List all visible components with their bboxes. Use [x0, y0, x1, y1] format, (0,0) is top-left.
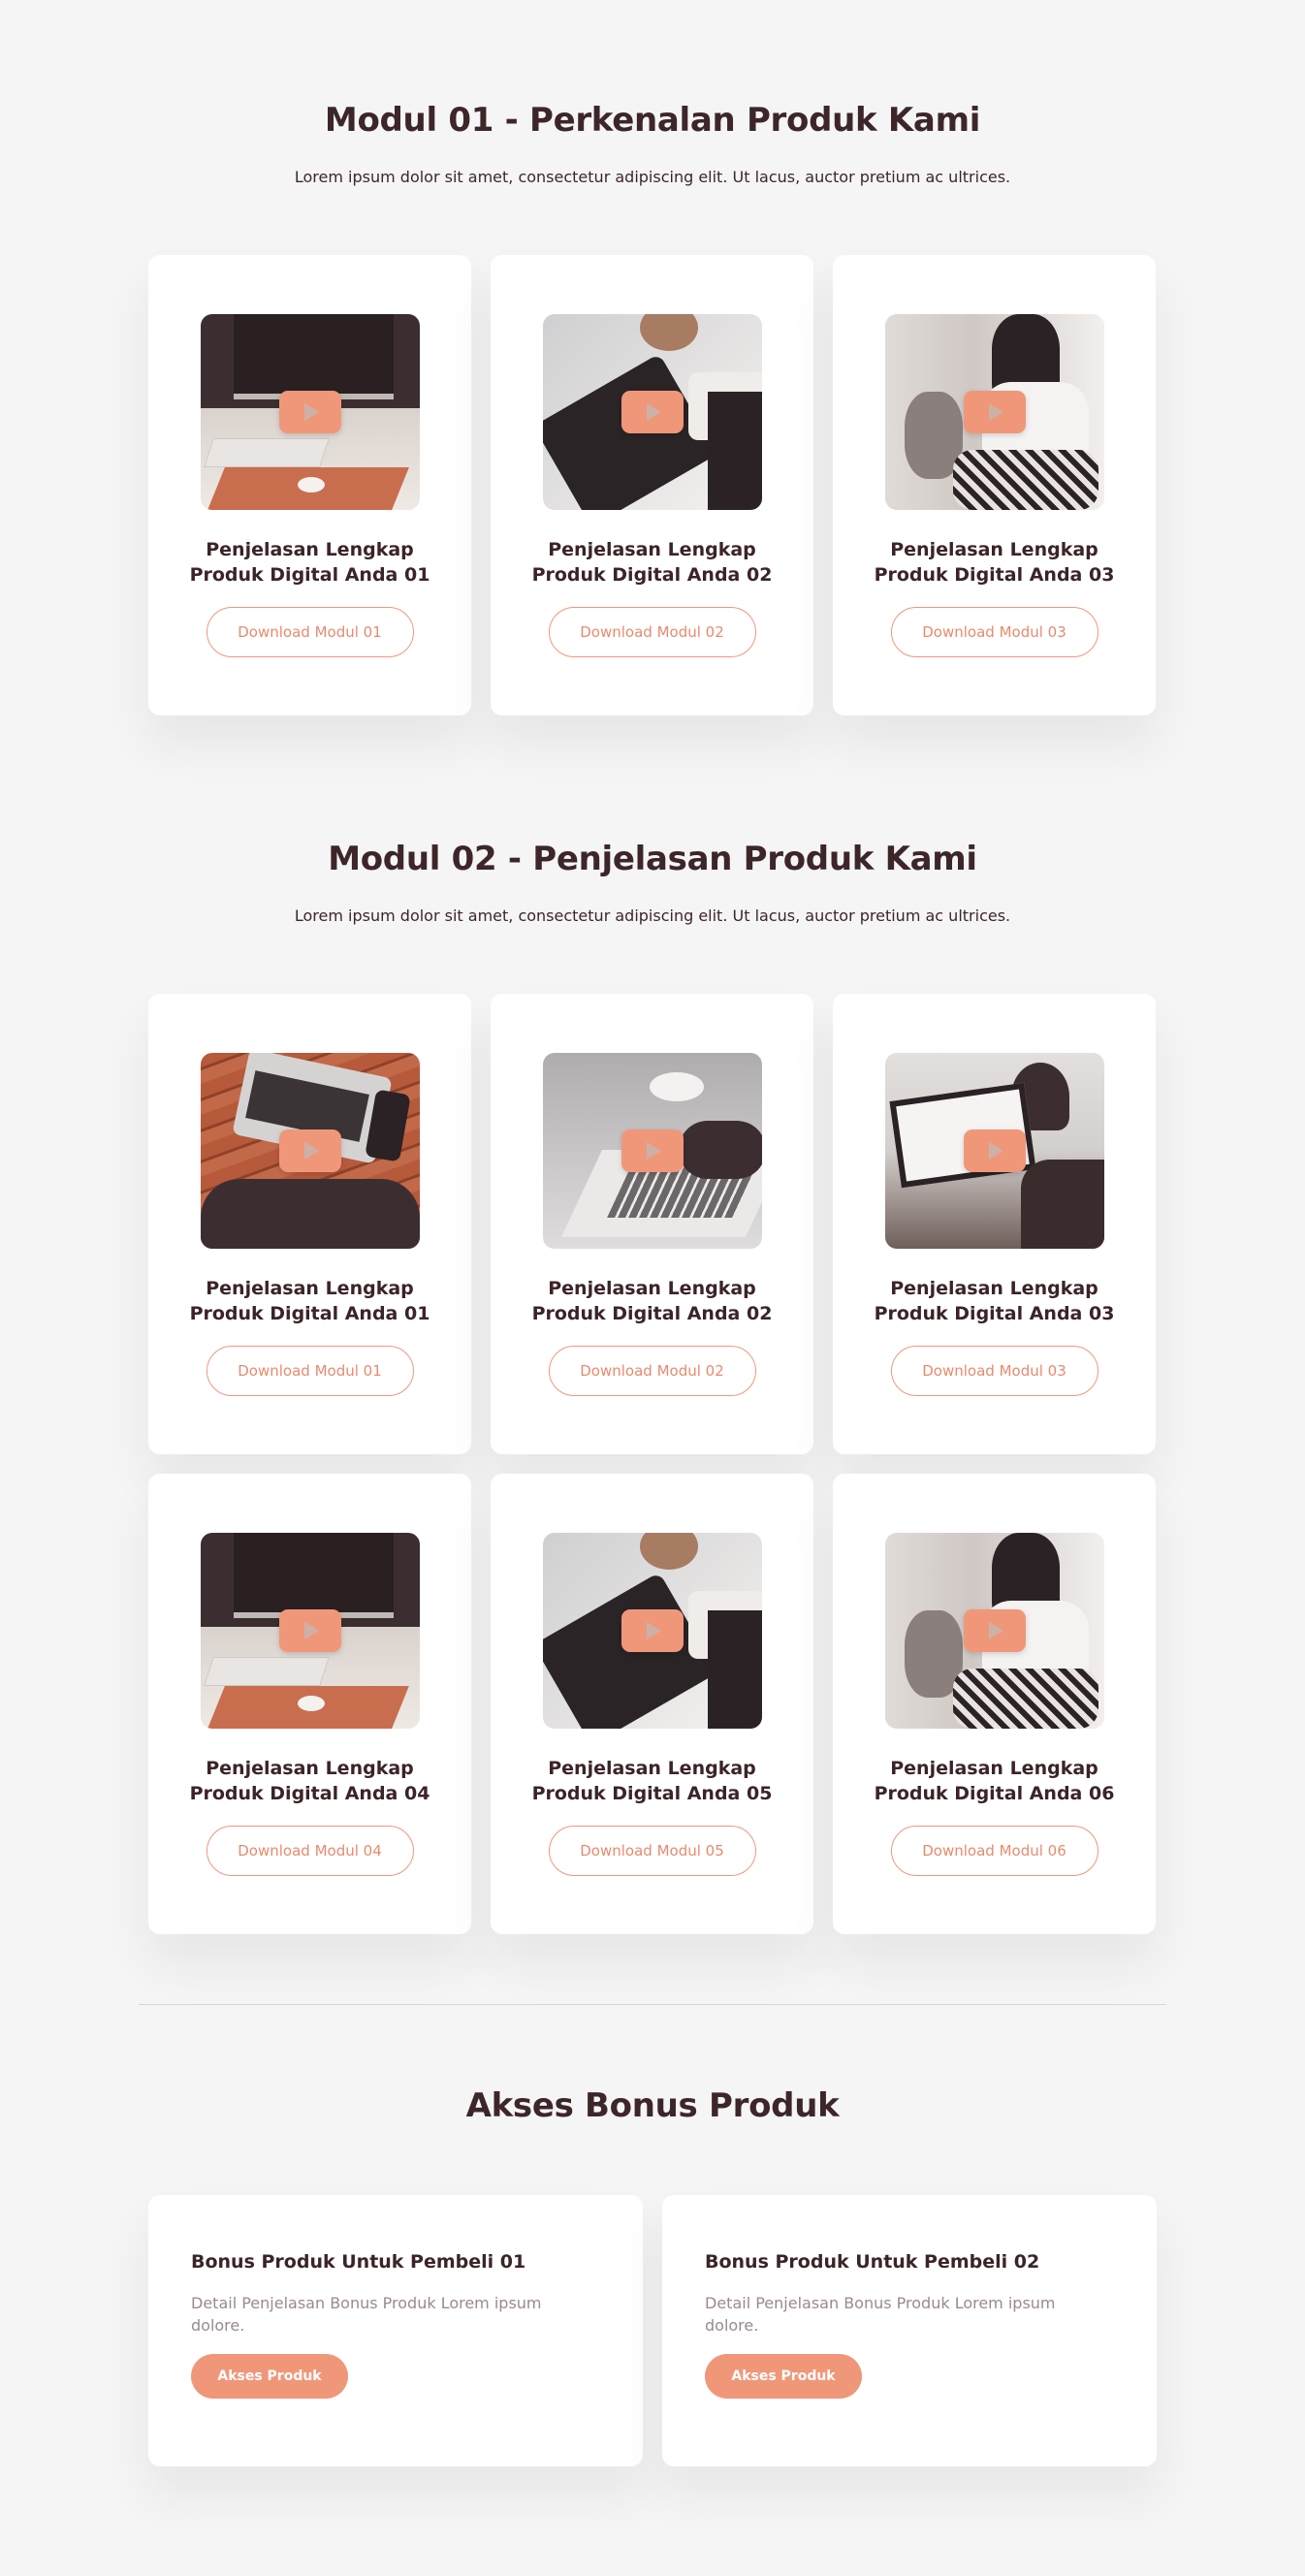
- download-modul-04-button[interactable]: Download Modul 04: [206, 1826, 414, 1876]
- download-modul-01-button[interactable]: Download Modul 01: [206, 1346, 414, 1396]
- card-title: Penjelasan Lengkap Produk Digital Anda 03: [854, 537, 1135, 588]
- card-title-line-2: Produk Digital Anda 01: [189, 1303, 430, 1324]
- akses-produk-button[interactable]: Akses Produk: [705, 2354, 862, 2399]
- card-title-line-1: Penjelasan Lengkap: [890, 1278, 1098, 1299]
- module-card: Penjelasan Lengkap Produk Digital Anda 02…: [491, 255, 813, 716]
- module-card: Penjelasan Lengkap Produk Digital Anda 04…: [148, 1474, 471, 1934]
- video-thumbnail[interactable]: [542, 1053, 762, 1249]
- video-thumbnail[interactable]: [542, 314, 762, 510]
- bonus-card: Bonus Produk Untuk Pembeli 01 Detail Pen…: [148, 2195, 643, 2466]
- card-title-line-2: Produk Digital Anda 02: [531, 1303, 773, 1324]
- module-card: Penjelasan Lengkap Produk Digital Anda 01…: [148, 994, 471, 1454]
- card-title: Penjelasan Lengkap Produk Digital Anda 02: [512, 1276, 793, 1326]
- video-thumbnail[interactable]: [884, 314, 1104, 510]
- card-title-line-2: Produk Digital Anda 05: [531, 1783, 773, 1804]
- modul-02-grid: Penjelasan Lengkap Produk Digital Anda 01…: [148, 994, 1157, 1934]
- akses-produk-button[interactable]: Akses Produk: [191, 2354, 348, 2399]
- card-title-line-2: Produk Digital Anda 03: [874, 1303, 1115, 1324]
- play-icon[interactable]: [621, 1609, 684, 1652]
- download-modul-03-button[interactable]: Download Modul 03: [890, 607, 1098, 657]
- modul-02-title: Modul 02 - Penjelasan Produk Kami: [328, 840, 977, 878]
- card-title: Penjelasan Lengkap Produk Digital Anda 04: [170, 1756, 451, 1806]
- download-modul-02-button[interactable]: Download Modul 02: [548, 1346, 756, 1396]
- bonus-card: Bonus Produk Untuk Pembeli 02 Detail Pen…: [662, 2195, 1157, 2466]
- play-icon[interactable]: [621, 391, 684, 433]
- card-title: Penjelasan Lengkap Produk Digital Anda 05: [512, 1756, 793, 1806]
- download-modul-06-button[interactable]: Download Modul 06: [890, 1826, 1098, 1876]
- card-title-line-2: Produk Digital Anda 01: [189, 564, 430, 586]
- card-title-line-1: Penjelasan Lengkap: [548, 1758, 756, 1779]
- video-thumbnail[interactable]: [200, 1533, 420, 1729]
- module-card: Penjelasan Lengkap Produk Digital Anda 03…: [833, 255, 1156, 716]
- card-title: Penjelasan Lengkap Produk Digital Anda 06: [854, 1756, 1135, 1806]
- module-card: Penjelasan Lengkap Produk Digital Anda 06…: [833, 1474, 1156, 1934]
- bonus-title: Akses Bonus Produk: [465, 2086, 840, 2125]
- card-title-line-1: Penjelasan Lengkap: [548, 539, 756, 560]
- play-icon[interactable]: [963, 1129, 1026, 1172]
- download-modul-02-button[interactable]: Download Modul 02: [548, 607, 756, 657]
- card-title-line-2: Produk Digital Anda 02: [531, 564, 773, 586]
- video-thumbnail[interactable]: [884, 1053, 1104, 1249]
- download-modul-05-button[interactable]: Download Modul 05: [548, 1826, 756, 1876]
- page: Modul 01 - Perkenalan Produk Kami Lorem …: [0, 0, 1305, 2576]
- module-card: Penjelasan Lengkap Produk Digital Anda 02…: [491, 994, 813, 1454]
- video-thumbnail[interactable]: [200, 314, 420, 510]
- module-card: Penjelasan Lengkap Produk Digital Anda 05…: [491, 1474, 813, 1934]
- modul-01-grid: Penjelasan Lengkap Produk Digital Anda 01…: [148, 255, 1157, 716]
- bonus-grid: Bonus Produk Untuk Pembeli 01 Detail Pen…: [148, 2195, 1157, 2466]
- modul-01-subtitle: Lorem ipsum dolor sit amet, consectetur …: [294, 168, 1011, 186]
- play-icon[interactable]: [278, 1129, 341, 1172]
- card-title: Penjelasan Lengkap Produk Digital Anda 01: [170, 537, 451, 588]
- bonus-card-description: Detail Penjelasan Bonus Produk Lorem ips…: [191, 2294, 542, 2335]
- play-icon[interactable]: [621, 1129, 684, 1172]
- bonus-card-title: Bonus Produk Untuk Pembeli 02: [705, 2251, 1040, 2273]
- module-card: Penjelasan Lengkap Produk Digital Anda 01…: [148, 255, 471, 716]
- card-title-line-1: Penjelasan Lengkap: [890, 539, 1098, 560]
- play-icon[interactable]: [278, 1609, 341, 1652]
- card-title: Penjelasan Lengkap Produk Digital Anda 03: [854, 1276, 1135, 1326]
- card-title-line-2: Produk Digital Anda 03: [874, 564, 1115, 586]
- bonus-card-title: Bonus Produk Untuk Pembeli 01: [191, 2251, 526, 2273]
- download-modul-01-button[interactable]: Download Modul 01: [206, 607, 414, 657]
- card-title-line-1: Penjelasan Lengkap: [890, 1758, 1098, 1779]
- modul-01-title: Modul 01 - Perkenalan Produk Kami: [324, 101, 981, 140]
- card-title: Penjelasan Lengkap Produk Digital Anda 02: [512, 537, 793, 588]
- card-title: Penjelasan Lengkap Produk Digital Anda 01: [170, 1276, 451, 1326]
- card-title-line-1: Penjelasan Lengkap: [548, 1278, 756, 1299]
- video-thumbnail[interactable]: [884, 1533, 1104, 1729]
- bonus-card-description: Detail Penjelasan Bonus Produk Lorem ips…: [705, 2294, 1056, 2335]
- download-modul-03-button[interactable]: Download Modul 03: [890, 1346, 1098, 1396]
- card-title-line-2: Produk Digital Anda 06: [874, 1783, 1115, 1804]
- video-thumbnail[interactable]: [200, 1053, 420, 1249]
- play-icon[interactable]: [963, 1609, 1026, 1652]
- card-title-line-1: Penjelasan Lengkap: [206, 1758, 414, 1779]
- play-icon[interactable]: [278, 391, 341, 433]
- play-icon[interactable]: [963, 391, 1026, 433]
- card-title-line-1: Penjelasan Lengkap: [206, 1278, 414, 1299]
- card-title-line-1: Penjelasan Lengkap: [206, 539, 414, 560]
- modul-02-subtitle: Lorem ipsum dolor sit amet, consectetur …: [294, 906, 1011, 925]
- section-divider: [139, 2004, 1166, 2005]
- card-title-line-2: Produk Digital Anda 04: [189, 1783, 430, 1804]
- video-thumbnail[interactable]: [542, 1533, 762, 1729]
- module-card: Penjelasan Lengkap Produk Digital Anda 03…: [833, 994, 1156, 1454]
